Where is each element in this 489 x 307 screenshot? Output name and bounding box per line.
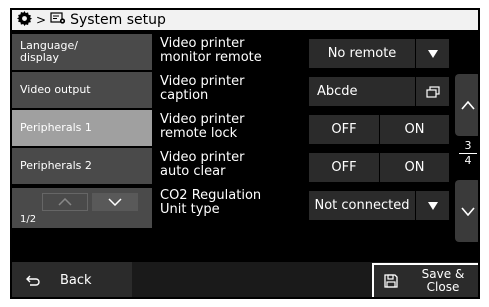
title-bar: > System setup bbox=[12, 10, 478, 31]
auto-clear-on-button[interactable]: ON bbox=[379, 153, 449, 182]
sidebar-item-language-display[interactable]: Language/ display bbox=[12, 34, 152, 70]
setting-label-line: remote lock bbox=[160, 126, 238, 141]
dropdown-button[interactable] bbox=[415, 191, 449, 220]
setting-label: Video printer remote lock bbox=[160, 113, 244, 141]
sidebar-item-label: Peripherals 1 bbox=[20, 120, 92, 134]
chevron-up-icon bbox=[461, 100, 475, 110]
page-title: System setup bbox=[70, 12, 166, 28]
auto-clear-toggle: OFF ON bbox=[308, 152, 450, 182]
setting-row-remote-lock: Video printer remote lock OFF ON bbox=[152, 110, 452, 146]
window-icon bbox=[425, 85, 440, 98]
setting-label-line: Video printer bbox=[160, 36, 245, 51]
caption-value: Abcde bbox=[309, 77, 415, 106]
setting-label-line: CO2 Regulation bbox=[160, 188, 262, 203]
save-close-label-line: Close bbox=[426, 280, 460, 294]
back-button-label: Back bbox=[60, 273, 92, 288]
triangle-down-icon bbox=[427, 201, 438, 210]
chevron-down-icon bbox=[461, 206, 475, 216]
setting-label-line: Video printer bbox=[160, 112, 245, 127]
setting-label: Video printer auto clear bbox=[160, 151, 244, 179]
setting-label: Video printer monitor remote bbox=[160, 37, 262, 65]
co2-unit-dropdown[interactable]: Not connected bbox=[308, 190, 450, 220]
chevron-up-icon bbox=[58, 198, 72, 206]
sidebar-item-label: Language/ display bbox=[20, 38, 78, 64]
scroll-up-button[interactable] bbox=[455, 74, 478, 136]
setting-row-auto-clear: Video printer auto clear OFF ON bbox=[152, 148, 452, 184]
setting-label-line: Unit type bbox=[160, 202, 220, 217]
breadcrumb-separator: > bbox=[36, 13, 47, 27]
back-button[interactable]: Back bbox=[12, 262, 132, 297]
dropdown-button[interactable] bbox=[415, 39, 449, 68]
setting-label: Video printer caption bbox=[160, 75, 244, 103]
system-setup-screen: > System setup Language/ display Video o… bbox=[10, 8, 480, 299]
save-close-label: Save & Close bbox=[418, 268, 468, 294]
setting-row-caption: Video printer caption Abcde bbox=[152, 72, 452, 108]
scroll-down-button[interactable] bbox=[455, 180, 478, 242]
save-icon bbox=[384, 274, 398, 288]
sidebar-page-up-button[interactable] bbox=[42, 193, 88, 211]
sidebar-item-peripherals-2[interactable]: Peripherals 2 bbox=[12, 148, 152, 184]
sidebar-pager: 1/2 bbox=[12, 188, 152, 228]
page-current: 3 bbox=[464, 139, 472, 152]
caption-edit-button[interactable] bbox=[415, 77, 449, 106]
return-arrow-icon bbox=[26, 275, 40, 286]
setting-label-line: Video printer bbox=[160, 74, 245, 89]
dropdown-value: Not connected bbox=[309, 191, 415, 220]
gear-icon bbox=[17, 10, 32, 30]
page-fraction: 3 4 bbox=[459, 140, 477, 167]
setting-label-line: Video printer bbox=[160, 150, 245, 165]
save-close-button[interactable]: Save & Close bbox=[372, 263, 478, 297]
monitor-remote-dropdown[interactable]: No remote bbox=[308, 38, 450, 68]
bottom-bar: Back Save & Close bbox=[12, 262, 478, 297]
dropdown-value: No remote bbox=[309, 39, 415, 68]
sidebar-item-peripherals-1[interactable]: Peripherals 1 bbox=[12, 110, 152, 146]
system-setup-icon bbox=[50, 12, 66, 28]
caption-field[interactable]: Abcde bbox=[308, 76, 450, 106]
sidebar: Language/ display Video output Periphera… bbox=[12, 32, 152, 260]
remote-lock-toggle: OFF ON bbox=[308, 114, 450, 144]
setting-label: CO2 Regulation Unit type bbox=[160, 189, 261, 217]
setting-label-line: caption bbox=[160, 88, 209, 103]
setting-label-line: auto clear bbox=[160, 164, 226, 179]
setting-row-monitor-remote: Video printer monitor remote No remote bbox=[152, 34, 452, 70]
chevron-down-icon bbox=[108, 198, 122, 206]
remote-lock-off-button[interactable]: OFF bbox=[309, 115, 379, 144]
sidebar-page-down-button[interactable] bbox=[92, 193, 138, 211]
remote-lock-on-button[interactable]: ON bbox=[379, 115, 449, 144]
setting-row-co2-unit: CO2 Regulation Unit type Not connected bbox=[152, 186, 452, 222]
sidebar-item-label: Video output bbox=[20, 82, 91, 96]
setting-label-line: monitor remote bbox=[160, 50, 262, 65]
sidebar-item-video-output[interactable]: Video output bbox=[12, 72, 152, 108]
triangle-down-icon bbox=[427, 49, 438, 58]
page-total: 4 bbox=[464, 154, 472, 167]
sidebar-page-indicator: 1/2 bbox=[20, 214, 37, 225]
auto-clear-off-button[interactable]: OFF bbox=[309, 153, 379, 182]
sidebar-item-label: Peripherals 2 bbox=[20, 158, 92, 172]
